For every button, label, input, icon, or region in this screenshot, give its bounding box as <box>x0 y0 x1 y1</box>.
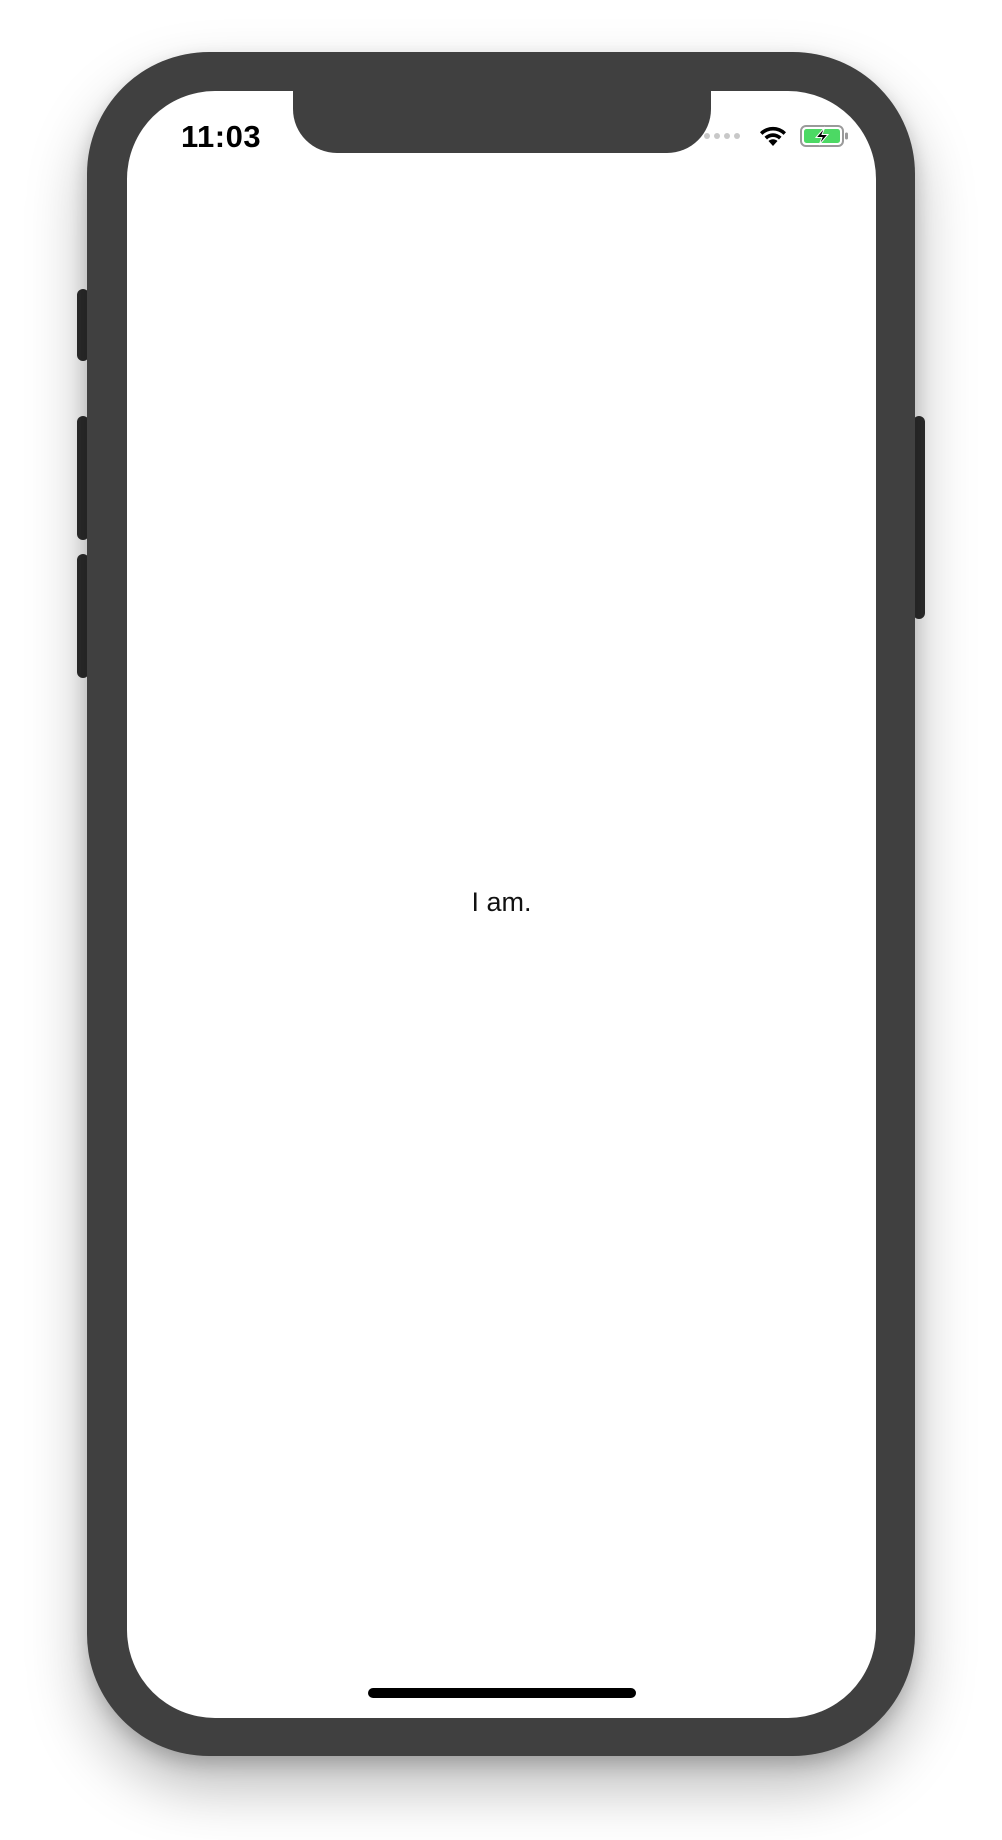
phone-screen: 11:03 I am. <box>127 91 876 1718</box>
status-time: 11:03 <box>181 119 262 154</box>
notch <box>293 91 711 153</box>
battery-charging-icon <box>800 125 848 147</box>
home-indicator[interactable] <box>368 1688 636 1698</box>
signal-dots-icon <box>704 133 740 139</box>
simulator-stage: 11:03 I am. <box>0 0 1002 1840</box>
status-icons <box>704 121 850 151</box>
main-label: I am. <box>471 887 532 917</box>
wifi-icon <box>760 126 786 146</box>
